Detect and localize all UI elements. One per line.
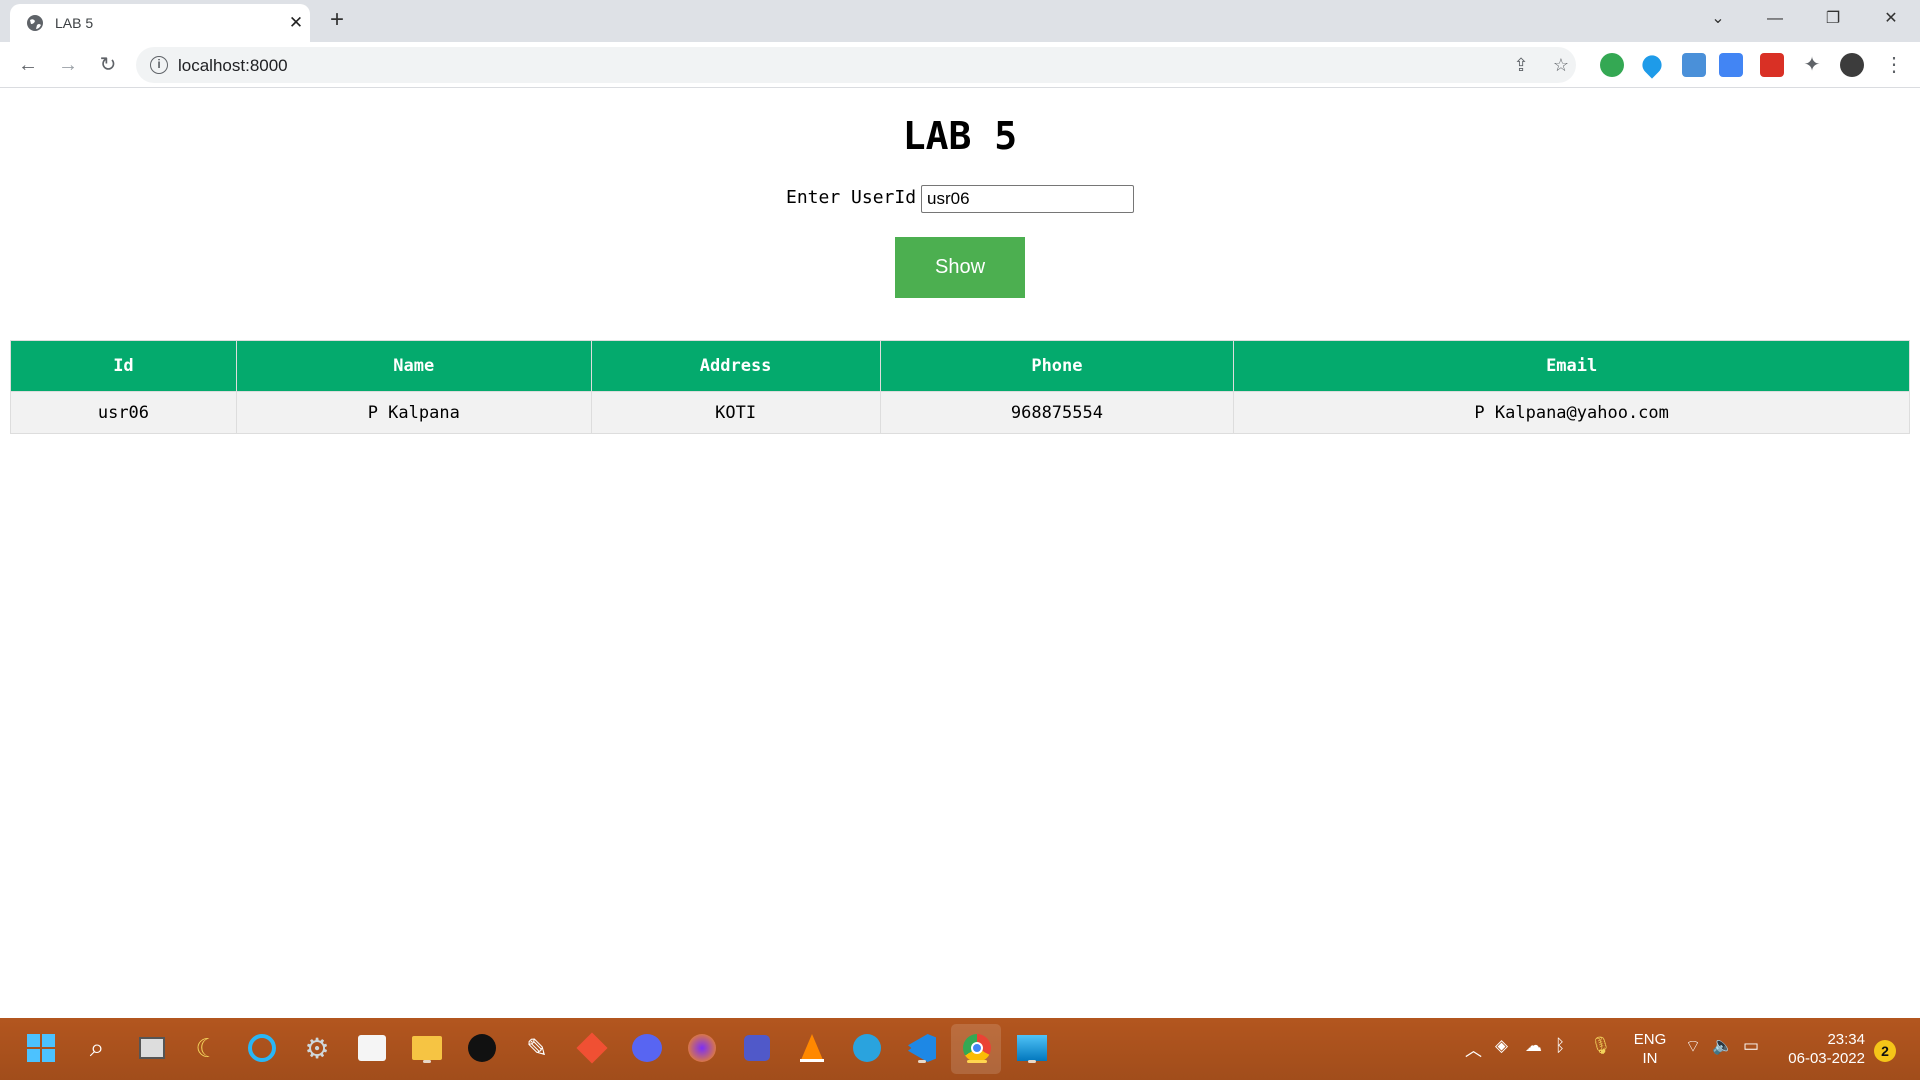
browser-tab[interactable]: LAB 5 ✕ (10, 4, 310, 42)
extension-green-icon[interactable] (1600, 53, 1624, 77)
clock[interactable]: 23:34 06-03-2022 (1775, 1030, 1865, 1068)
language-code: ENG (1633, 1031, 1667, 1048)
app-bulb-icon[interactable] (465, 1031, 499, 1065)
star-icon[interactable]: ☆ (1550, 54, 1572, 76)
page-title: LAB 5 (902, 114, 1018, 158)
git-icon[interactable] (575, 1031, 609, 1065)
share-icon[interactable]: ⇪ (1510, 54, 1532, 76)
notification-badge[interactable]: 2 (1874, 1040, 1896, 1062)
page-content: LAB 5 Enter UserId Show Id Name Address … (0, 88, 1920, 1018)
cell-name: P Kalpana (235, 391, 592, 434)
night-light-icon[interactable]: ☾ (190, 1031, 224, 1065)
userid-input[interactable] (921, 185, 1134, 213)
userid-label: Enter UserId (786, 187, 917, 208)
forward-icon[interactable]: → (54, 51, 82, 79)
minimize-icon[interactable]: — (1760, 6, 1790, 32)
extension-calendar-icon[interactable] (1682, 53, 1706, 77)
start-icon[interactable] (24, 1031, 58, 1065)
column-header-phone: Phone (879, 340, 1235, 392)
close-tab-icon[interactable]: ✕ (286, 13, 306, 33)
tab-strip: LAB 5 ✕ + ⌄ — ❐ ✕ (0, 0, 1920, 42)
taskbar: ⌕ ☾ ⚙ ✎ ︿ ◈ ☁ ᛒ 🎙 ENG IN ⌔ 🔈 ▭ 23:34 06-… (0, 1018, 1920, 1080)
cortana-icon[interactable] (245, 1031, 279, 1065)
file-explorer-icon[interactable] (410, 1031, 444, 1065)
column-header-email: Email (1233, 340, 1910, 392)
back-icon[interactable]: ← (14, 51, 42, 79)
cell-address: KOTI (590, 391, 881, 434)
teams-icon[interactable] (740, 1031, 774, 1065)
url-text[interactable]: localhost:8000 (178, 56, 288, 76)
column-header-address: Address (590, 340, 881, 392)
wifi-icon[interactable]: ⌔ (1685, 1036, 1701, 1057)
menu-icon[interactable]: ⋮ (1882, 53, 1906, 77)
onedrive-icon[interactable]: ☁ (1525, 1036, 1542, 1056)
restore-icon[interactable]: ❐ (1818, 6, 1848, 32)
column-header-id: Id (10, 340, 237, 392)
tray-app-icon[interactable]: ◈ (1495, 1036, 1508, 1056)
firefox-icon[interactable] (685, 1031, 719, 1065)
microphone-icon[interactable]: 🎙 (1590, 1036, 1612, 1056)
table-row: usr06 P Kalpana KOTI 968875554 P Kalpana… (10, 391, 1910, 434)
window-close-icon[interactable]: ✕ (1876, 6, 1906, 32)
browser-toolbar: ← → ↻ i localhost:8000 ⇪ ☆ ✦ ⋮ (0, 42, 1920, 88)
battery-icon[interactable]: ▭ (1743, 1036, 1759, 1056)
pdf-extension-icon[interactable] (1760, 53, 1784, 77)
extension-drop-icon[interactable] (1638, 51, 1666, 79)
vlc-icon[interactable] (795, 1031, 829, 1065)
telegram-icon[interactable] (850, 1031, 884, 1065)
whiteboard-icon[interactable]: ✎ (520, 1031, 554, 1065)
new-tab-icon[interactable]: + (325, 8, 349, 32)
tab-title: LAB 5 (55, 15, 94, 31)
clock-time: 23:34 (1827, 1031, 1865, 1048)
cell-id: usr06 (10, 391, 237, 434)
photos-icon[interactable] (1015, 1031, 1049, 1065)
extensions-icon[interactable]: ✦ (1800, 53, 1824, 77)
discord-icon[interactable] (630, 1031, 664, 1065)
task-view-icon[interactable] (135, 1031, 169, 1065)
region-code: IN (1642, 1050, 1658, 1067)
search-icon[interactable]: ⌕ (80, 1031, 114, 1065)
site-info-icon[interactable]: i (150, 56, 168, 74)
chrome-icon[interactable] (960, 1031, 994, 1065)
cell-phone: 968875554 (879, 391, 1235, 434)
language-indicator[interactable]: ENG IN (1630, 1030, 1670, 1068)
globe-icon (27, 15, 43, 31)
clock-date: 06-03-2022 (1788, 1050, 1865, 1067)
users-table: Id Name Address Phone Email usr06 P Kalp… (10, 340, 1910, 434)
volume-icon[interactable]: 🔈 (1712, 1036, 1733, 1056)
profile-avatar[interactable] (1840, 53, 1864, 77)
cell-email: P Kalpana@yahoo.com (1233, 391, 1910, 434)
vscode-icon[interactable] (905, 1031, 939, 1065)
tray-chevron-icon[interactable]: ︿ (1465, 1036, 1482, 1061)
store-icon[interactable] (355, 1031, 389, 1065)
address-bar[interactable]: i localhost:8000 ⇪ ☆ (136, 47, 1576, 83)
column-header-name: Name (235, 340, 592, 392)
reload-icon[interactable]: ↻ (94, 51, 122, 79)
tab-search-icon[interactable]: ⌄ (1703, 6, 1733, 32)
settings-icon[interactable]: ⚙ (300, 1031, 334, 1065)
table-header-row: Id Name Address Phone Email (10, 340, 1910, 392)
show-button[interactable]: Show (895, 237, 1025, 298)
bluetooth-icon[interactable]: ᛒ (1555, 1036, 1565, 1056)
translate-extension-icon[interactable] (1719, 53, 1743, 77)
